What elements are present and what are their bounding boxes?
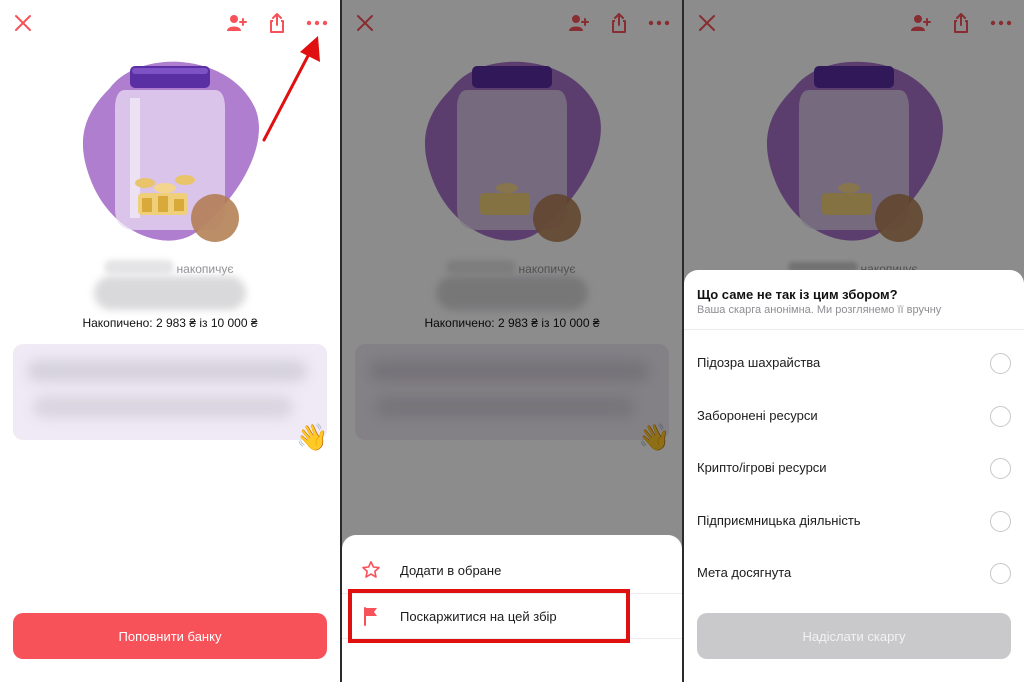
jar-description-card	[13, 344, 327, 440]
jar-screen: накопичує Накопичено: 2 983 ₴ із 10 000 …	[0, 0, 340, 682]
option-label: Крипто/ігрові ресурси	[697, 460, 827, 475]
report-option-crypto[interactable]: Крипто/ігрові ресурси	[684, 448, 1024, 488]
radio-button[interactable]	[990, 511, 1011, 532]
option-label: Мета досягнута	[697, 565, 792, 580]
divider	[684, 329, 1024, 330]
add-to-favorites-label: Додати в обране	[400, 562, 502, 578]
radio-button[interactable]	[990, 406, 1011, 427]
report-sheet: Що саме не так із цим збором? Ваша скарг…	[684, 270, 1024, 682]
add-user-button[interactable]	[222, 8, 252, 38]
report-option-fraud[interactable]: Підозра шахрайства	[684, 343, 1024, 383]
close-icon	[15, 15, 31, 31]
annotation-arrow	[262, 36, 320, 142]
accumulated-text: Накопичено: 2 983 ₴ із 10 000 ₴	[82, 316, 258, 330]
add-to-favorites-item[interactable]: Додати в обране	[342, 547, 682, 593]
screens-composite: накопичує Накопичено: 2 983 ₴ із 10 000 …	[0, 0, 1024, 682]
jar-screen-menu-open: накопичує Накопичено: 2 983 ₴ із 10 000 …	[342, 0, 682, 682]
star-icon	[360, 559, 382, 581]
top-up-jar-button[interactable]: Поповнити банку	[13, 613, 327, 659]
jar-title-blurred	[94, 276, 246, 310]
report-option-goal-reached[interactable]: Мета досягнута	[684, 553, 1024, 593]
waving-hand-emoji: 👋	[296, 422, 329, 452]
report-option-prohibited[interactable]: Заборонені ресурси	[684, 396, 1024, 436]
annotation-highlight-box	[348, 589, 630, 643]
jar-illustration	[82, 61, 259, 242]
report-sheet-title: Що саме не так із цим збором?	[697, 287, 898, 302]
close-button[interactable]	[8, 8, 38, 38]
radio-button[interactable]	[990, 458, 1011, 479]
option-label: Підозра шахрайства	[697, 355, 821, 370]
report-option-business[interactable]: Підприємницька діяльність	[684, 501, 1024, 541]
description-line-blurred	[33, 396, 293, 418]
add-user-icon	[227, 15, 247, 31]
description-line-blurred	[27, 360, 307, 382]
more-icon	[306, 20, 328, 26]
option-label: Заборонені ресурси	[697, 408, 818, 423]
submit-report-button[interactable]: Надіслати скаргу	[697, 613, 1011, 659]
report-sheet-subtitle: Ваша скарга анонімна. Ми розглянемо її в…	[697, 304, 942, 316]
option-label: Підприємницька діяльність	[697, 513, 861, 528]
jar-status-label: накопичує	[176, 262, 234, 276]
radio-button[interactable]	[990, 353, 1011, 374]
radio-button[interactable]	[990, 563, 1011, 584]
report-screen: накопичує Що саме не так із цим збором? …	[684, 0, 1024, 682]
